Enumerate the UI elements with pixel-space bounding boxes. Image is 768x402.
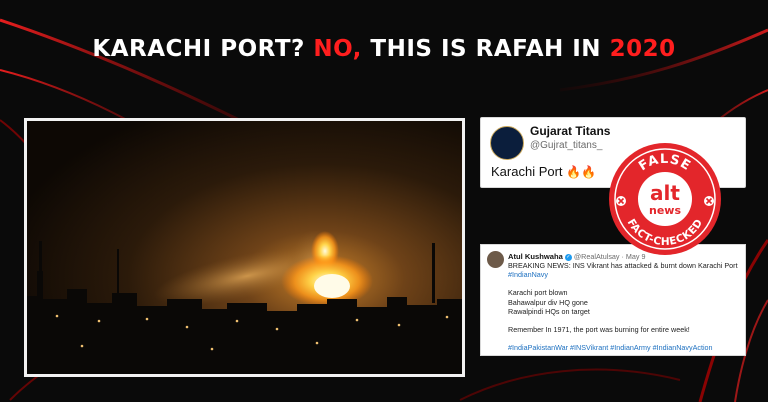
explosion-photo bbox=[27, 121, 462, 374]
tweet-line: Bahawalpur div HQ gone bbox=[508, 297, 588, 307]
headline-part1: KARACHI PORT? bbox=[92, 36, 314, 62]
avatar bbox=[487, 251, 504, 268]
tweet-author-name: Atul Kushwaha bbox=[508, 252, 563, 261]
avatar bbox=[490, 126, 524, 160]
tweet-line: Karachi port blown bbox=[508, 288, 568, 298]
tweet-line: Rawalpindi HQs on target bbox=[508, 306, 590, 316]
tweet-text: Karachi Port 🔥🔥 bbox=[491, 164, 596, 179]
false-fact-checked-stamp: FALSE FACT-CHECKED alt news bbox=[609, 143, 721, 255]
tweet-text-content: Karachi Port bbox=[491, 164, 563, 179]
altnews-logo-alt: alt bbox=[650, 181, 680, 205]
tweet-body: BREAKING NEWS: INS Vikrant has attacked … bbox=[508, 261, 740, 352]
tweet-author-name: Gujarat Titans bbox=[530, 124, 611, 138]
headline-part3: THIS IS RAFAH IN bbox=[361, 36, 610, 62]
headline-part2: NO, bbox=[313, 36, 362, 62]
fire-emoji-icon: 🔥🔥 bbox=[566, 165, 597, 179]
headline-part4: 2020 bbox=[609, 36, 676, 62]
tweet-card-atul-kushwaha: Atul Kushwaha ✓ @RealAtulsay · May 9 BRE… bbox=[480, 244, 746, 356]
altnews-logo-news: news bbox=[649, 204, 681, 217]
headline: KARACHI PORT? NO, THIS IS RAFAH IN 2020 bbox=[0, 36, 768, 62]
tweet-line: Remember In 1971, the port was burning f… bbox=[508, 325, 690, 335]
tweet-hashtag: #IndianNavy bbox=[508, 270, 548, 280]
tweet-line: BREAKING NEWS: INS Vikrant has attacked … bbox=[508, 261, 738, 270]
tweet-hashtags: #IndiaPakistanWar #INSVikrant #IndianArm… bbox=[508, 343, 713, 353]
verified-badge-icon: ✓ bbox=[564, 253, 572, 261]
explosion-photo-frame bbox=[24, 118, 465, 377]
tweet-author-handle: @Gujrat_titans_ bbox=[530, 140, 603, 151]
